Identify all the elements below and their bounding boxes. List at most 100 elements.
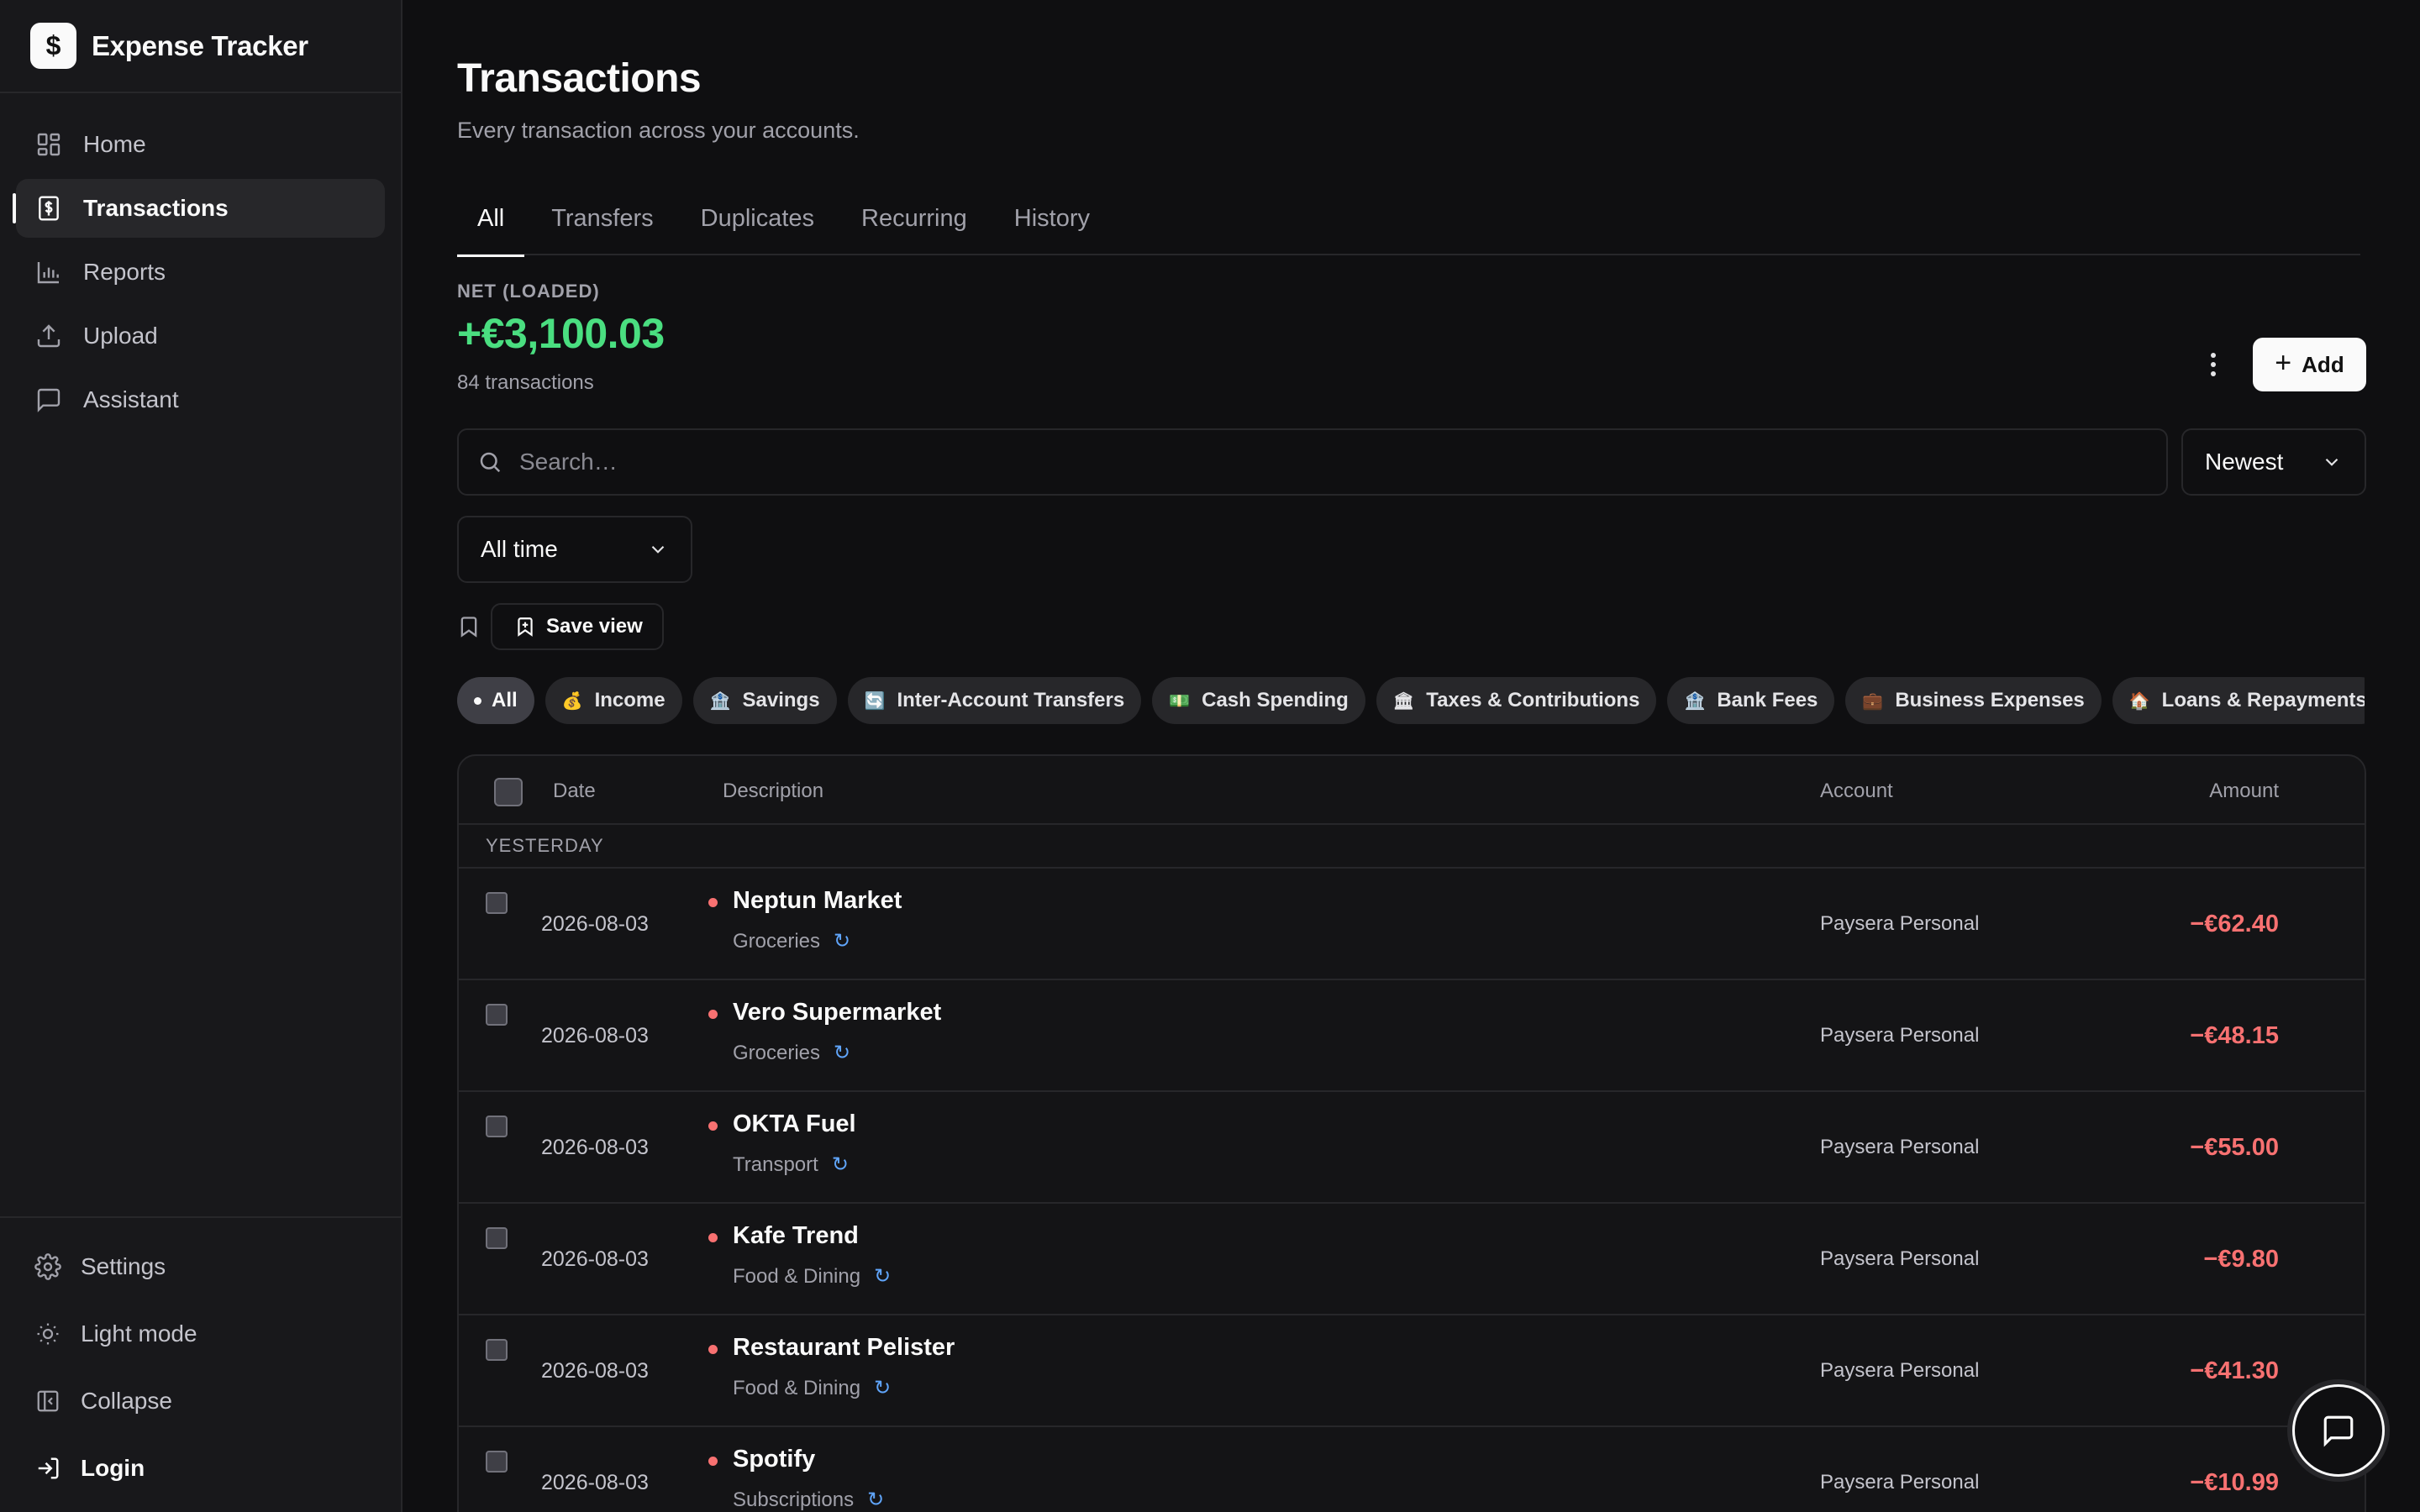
category-label: Food & Dining <box>733 1376 861 1399</box>
save-view-button[interactable]: Save view <box>491 603 664 650</box>
tab-recurring[interactable]: Recurring <box>841 190 987 255</box>
expense-dot-icon <box>708 1345 718 1354</box>
chat-icon <box>34 386 63 414</box>
row-checkbox[interactable] <box>486 1227 508 1249</box>
row-category[interactable]: Groceries ↻ <box>733 929 850 953</box>
net-label: NET (LOADED) <box>457 281 600 302</box>
chip-cash-spending[interactable]: 💵 Cash Spending <box>1152 677 1365 724</box>
nav-item-label: Transactions <box>83 195 229 221</box>
dashboard-icon <box>34 130 63 159</box>
row-date: 2026-08-03 <box>541 1471 649 1494</box>
chip-bank-fees[interactable]: 🏦 Bank Fees <box>1667 677 1835 724</box>
row-amount: −€48.15 <box>2190 1022 2279 1049</box>
transaction-count: 84 transactions <box>457 371 594 394</box>
sidebar: $ Expense Tracker Home Transactions Repo… <box>0 0 402 1512</box>
nav-item-home[interactable]: Home <box>16 115 385 174</box>
row-category[interactable]: Food & Dining ↻ <box>733 1376 891 1400</box>
chip-label: Cash Spending <box>1202 689 1349 711</box>
row-account: Paysera Personal <box>1820 1471 1980 1494</box>
category-label: Food & Dining <box>733 1264 861 1288</box>
nav-item-assistant[interactable]: Assistant <box>16 370 385 429</box>
nav-item-transactions[interactable]: Transactions <box>13 179 385 238</box>
row-description: Kafe Trend <box>733 1222 859 1249</box>
chip-savings[interactable]: 🏦 Savings <box>692 677 837 724</box>
tab-history[interactable]: History <box>994 190 1110 255</box>
table-row[interactable]: 2026-08-03 Vero Supermarket Groceries ↻ P… <box>459 980 2365 1092</box>
tab-duplicates[interactable]: Duplicates <box>681 190 834 255</box>
table-row[interactable]: 2026-08-03 Restaurant Pelister Food & Di… <box>459 1315 2365 1427</box>
sidebar-footer: Settings Light mode Collapse Login <box>0 1216 401 1512</box>
row-description: OKTA Fuel <box>733 1110 856 1137</box>
row-checkbox[interactable] <box>486 1004 508 1026</box>
add-transaction-button[interactable]: + Add <box>2253 338 2366 391</box>
column-header-amount[interactable]: Amount <box>2173 780 2279 803</box>
collapse-sidebar-icon <box>34 1387 62 1415</box>
brand[interactable]: $ Expense Tracker <box>0 0 401 93</box>
chip-income[interactable]: 💰 Income <box>544 677 682 724</box>
time-range-select[interactable]: All time <box>457 516 692 583</box>
table-row[interactable]: 2026-08-03 Kafe Trend Food & Dining ↻ Pay… <box>459 1204 2365 1315</box>
chip-inter-account-transfers[interactable]: 🔄 Inter-Account Transfers <box>847 677 1142 724</box>
bookmark-icon[interactable] <box>457 615 481 638</box>
row-category[interactable]: Transport ↻ <box>733 1152 849 1177</box>
row-category[interactable]: Groceries ↻ <box>733 1041 850 1065</box>
sun-icon <box>34 1320 62 1348</box>
row-description: Restaurant Pelister <box>733 1334 955 1361</box>
row-checkbox[interactable] <box>486 1116 508 1137</box>
bank-icon: 🏦 <box>709 691 731 711</box>
expense-dot-icon <box>708 898 718 907</box>
nav-item-label: Home <box>83 131 146 157</box>
category-label: Transport <box>733 1152 818 1176</box>
chip-all[interactable]: All <box>457 677 534 724</box>
column-header-date[interactable]: Date <box>553 780 596 803</box>
column-header-account[interactable]: Account <box>1820 780 1893 803</box>
table-row[interactable]: 2026-08-03 Spotify Subscriptions ↻ Payser… <box>459 1427 2365 1512</box>
sort-select[interactable]: Newest <box>2181 428 2366 496</box>
kebab-dot <box>2211 353 2216 358</box>
open-chat-button[interactable] <box>2292 1384 2385 1477</box>
login-label: Login <box>81 1455 145 1481</box>
row-category[interactable]: Food & Dining ↻ <box>733 1264 891 1289</box>
category-label: Groceries <box>733 1041 821 1064</box>
collapse-button[interactable]: Collapse <box>0 1368 401 1435</box>
chip-loans-repayments[interactable]: 🏠 Loans & Repayments <box>2112 677 2365 724</box>
row-account: Paysera Personal <box>1820 1024 1980 1047</box>
net-value: +€3,100.03 <box>457 310 665 357</box>
nav-item-upload[interactable]: Upload <box>16 307 385 365</box>
expense-dot-icon <box>708 1457 718 1466</box>
tab-transfers[interactable]: Transfers <box>531 190 673 255</box>
cash-icon: 💵 <box>1169 691 1191 711</box>
search-icon <box>477 449 502 475</box>
theme-toggle-button[interactable]: Light mode <box>0 1300 401 1368</box>
chip-taxes-contributions[interactable]: 🏛 Taxes & Contributions <box>1376 677 1657 724</box>
kebab-dot <box>2211 371 2216 376</box>
nav-item-label: Reports <box>83 259 166 285</box>
chip-business-expenses[interactable]: 💼 Business Expenses <box>1845 677 2102 724</box>
row-amount: −€55.00 <box>2190 1134 2279 1161</box>
login-button[interactable]: Login <box>0 1435 401 1502</box>
settings-button[interactable]: Settings <box>0 1233 401 1300</box>
row-category[interactable]: Subscriptions ↻ <box>733 1488 884 1512</box>
table-row[interactable]: 2026-08-03 Neptun Market Groceries ↻ Pays… <box>459 869 2365 980</box>
row-checkbox[interactable] <box>486 1451 508 1473</box>
select-all-checkbox[interactable] <box>494 778 523 806</box>
row-checkbox[interactable] <box>486 1339 508 1361</box>
row-date: 2026-08-03 <box>541 1136 649 1159</box>
nav-item-reports[interactable]: Reports <box>16 243 385 302</box>
search-box <box>457 428 2168 496</box>
tab-all[interactable]: All <box>457 190 525 257</box>
row-checkbox[interactable] <box>486 892 508 914</box>
chip-label: All <box>492 689 518 711</box>
row-amount: −€62.40 <box>2190 911 2279 937</box>
table-row[interactable]: 2026-08-03 OKTA Fuel Transport ↻ Paysera … <box>459 1092 2365 1204</box>
chip-label: Bank Fees <box>1717 689 1818 711</box>
row-account: Paysera Personal <box>1820 912 1980 935</box>
search-input[interactable] <box>519 449 2166 475</box>
more-options-button[interactable] <box>2196 346 2230 383</box>
recurring-icon: ↻ <box>834 930 851 953</box>
column-header-description[interactable]: Description <box>723 780 823 803</box>
save-view-label: Save view <box>546 615 643 638</box>
row-description: Vero Supermarket <box>733 999 942 1026</box>
row-account: Paysera Personal <box>1820 1359 1980 1382</box>
row-description: Neptun Market <box>733 887 902 914</box>
